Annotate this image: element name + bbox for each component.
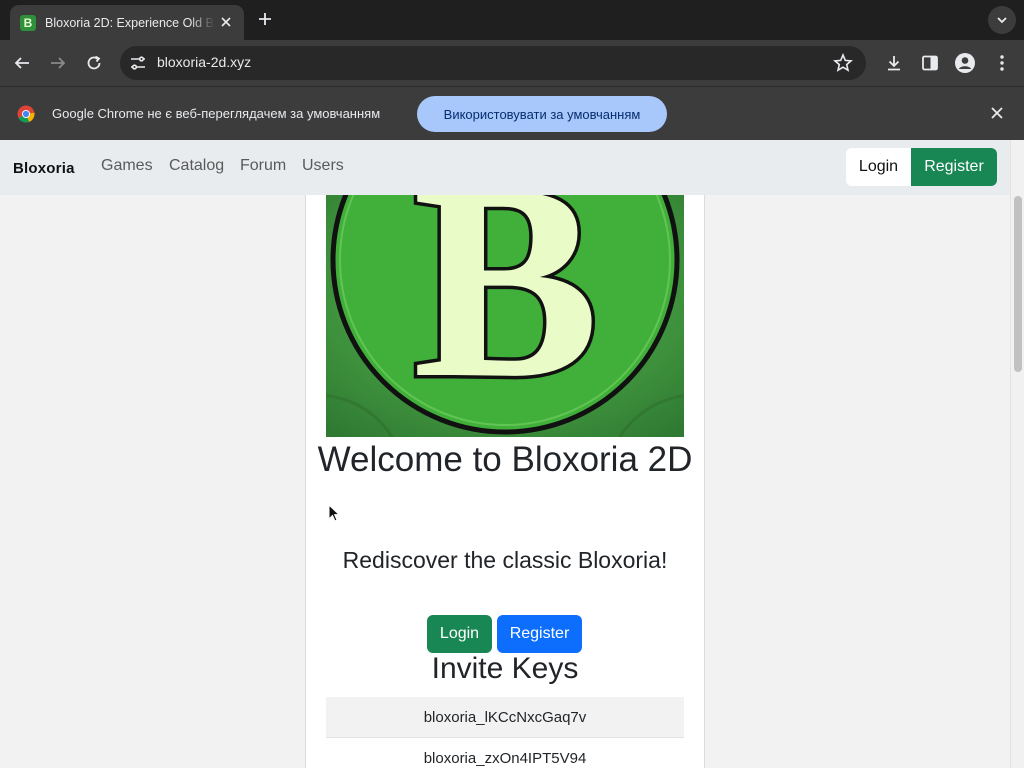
site-navbar: Bloxoria Games Catalog Forum Users Login… <box>0 140 1010 195</box>
hero-logo-image: B <box>326 195 684 437</box>
browser-tab[interactable]: B Bloxoria 2D: Experience Old Bloxoria <box>10 5 244 40</box>
side-panel-icon[interactable] <box>918 51 942 75</box>
invite-key-row: bloxoria_lKCcNxcGaq7v <box>326 697 684 738</box>
welcome-heading: Welcome to Bloxoria 2D <box>317 440 693 479</box>
site-favicon-icon: B <box>20 14 36 31</box>
mouse-cursor-icon <box>328 503 341 522</box>
chrome-logo-icon <box>17 105 35 123</box>
default-browser-infobar: Google Chrome не є веб-переглядачем за у… <box>0 86 1024 140</box>
infobar-message: Google Chrome не є веб-переглядачем за у… <box>52 106 381 121</box>
scrollbar-thumb[interactable] <box>1014 196 1022 372</box>
invite-key-value: bloxoria_zxOn4IPT5V94 <box>423 749 587 767</box>
nav-link-forum[interactable]: Forum <box>240 157 286 175</box>
register-button[interactable]: Register <box>497 615 582 653</box>
bookmark-star-icon[interactable] <box>832 52 854 74</box>
main-card: B Welcome to Bloxoria 2D Rediscover the … <box>305 195 705 768</box>
tab-search-icon[interactable] <box>988 6 1016 34</box>
navbar-register-button[interactable]: Register <box>911 148 997 186</box>
profile-icon[interactable] <box>953 51 977 75</box>
browser-toolbar: bloxoria-2d.xyz <box>0 40 1024 86</box>
page-scrollbar[interactable] <box>1010 140 1024 768</box>
invite-keys-heading: Invite Keys <box>431 652 579 685</box>
more-menu-icon[interactable] <box>990 51 1014 75</box>
navbar-login-button[interactable]: Login <box>846 148 911 186</box>
set-default-browser-button[interactable]: Використовувати за умовчанням <box>417 96 667 132</box>
tagline-text: Rediscover the classic Bloxoria! <box>342 547 668 573</box>
logo-letter: B <box>413 195 600 436</box>
new-tab-icon[interactable] <box>254 8 276 30</box>
invite-key-value: bloxoria_lKCcNxcGaq7v <box>423 708 587 726</box>
site-info-icon[interactable] <box>129 54 147 72</box>
tab-title: Bloxoria 2D: Experience Old Bloxoria <box>45 15 215 30</box>
nav-link-catalog[interactable]: Catalog <box>169 157 224 175</box>
download-icon[interactable] <box>882 51 906 75</box>
tab-strip: B Bloxoria 2D: Experience Old Bloxoria <box>0 0 1024 40</box>
nav-link-games[interactable]: Games <box>101 157 153 175</box>
close-tab-icon[interactable] <box>218 14 234 30</box>
invite-key-row: bloxoria_zxOn4IPT5V94 <box>326 738 684 768</box>
page-viewport: Bloxoria Games Catalog Forum Users Login… <box>0 140 1024 768</box>
invite-keys-table: bloxoria_lKCcNxcGaq7v bloxoria_zxOn4IPT5… <box>326 697 684 768</box>
reload-icon[interactable] <box>82 51 106 75</box>
back-icon[interactable] <box>10 51 34 75</box>
forward-icon[interactable] <box>46 51 70 75</box>
site-brand[interactable]: Bloxoria <box>13 160 75 177</box>
url-text: bloxoria-2d.xyz <box>157 54 252 70</box>
nav-link-users[interactable]: Users <box>302 157 344 175</box>
address-bar[interactable]: bloxoria-2d.xyz <box>120 46 866 80</box>
close-infobar-icon[interactable] <box>988 104 1006 122</box>
login-button[interactable]: Login <box>427 615 492 653</box>
